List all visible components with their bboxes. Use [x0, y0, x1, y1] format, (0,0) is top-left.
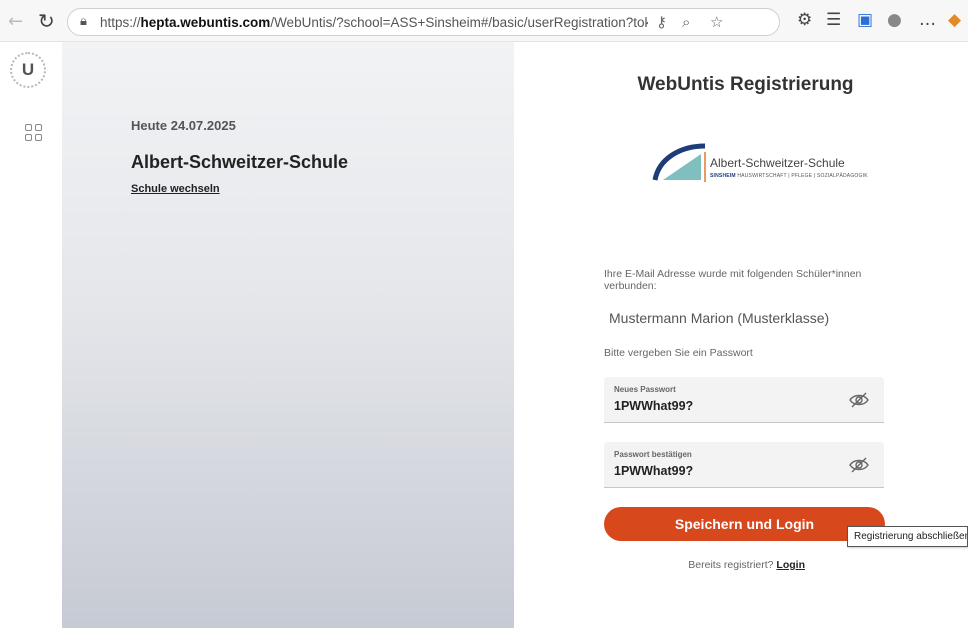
new-password-field[interactable]: Neues Passwort 1PWWhat99?: [604, 377, 884, 423]
school-logo: Albert-Schweitzer-Schule SINSHEIM HAUSWI…: [651, 140, 868, 186]
zoom-icon[interactable]: ⌕: [682, 13, 690, 31]
school-name: Albert-Schweitzer-Schule: [131, 152, 349, 172]
reload-icon[interactable]: ↻: [38, 9, 55, 33]
browser-toolbar: ← ↻ 🔒︎ https://hepta.webuntis.com/WebUnt…: [0, 0, 968, 42]
school-emblem-icon: [652, 143, 706, 182]
switch-school-link[interactable]: Schule wechseln: [131, 183, 220, 195]
school-info-panel: Heute 24.07.2025 Albert-Schweitzer-Schul…: [62, 42, 514, 628]
apps-grid-icon[interactable]: [25, 124, 43, 142]
address-bar[interactable]: 🔒︎ https://hepta.webuntis.com/WebUntis/?…: [67, 8, 780, 36]
confirm-password-value[interactable]: 1PWWhat99?: [614, 464, 693, 478]
already-registered-text: Bereits registriert? Login: [688, 559, 805, 571]
extensions-icon[interactable]: ⚙: [797, 10, 812, 30]
more-menu-icon[interactable]: …: [919, 10, 936, 30]
favorite-star-icon[interactable]: ☆: [710, 13, 723, 31]
collections-icon[interactable]: ▣: [857, 10, 873, 30]
confirm-password-label: Passwort bestätigen: [614, 450, 692, 459]
eye-off-icon[interactable]: [848, 456, 870, 474]
lock-icon[interactable]: 🔒︎: [80, 14, 94, 30]
logo-school-name: Albert-Schweitzer-Schule: [710, 156, 845, 170]
login-link[interactable]: Login: [776, 559, 805, 571]
save-and-login-button[interactable]: Speichern und Login: [604, 507, 885, 541]
back-arrow-icon[interactable]: ←: [8, 11, 23, 32]
confirm-password-field[interactable]: Passwort bestätigen 1PWWhat99?: [604, 442, 884, 488]
page-title: WebUntis Registrierung: [637, 74, 854, 95]
new-password-label: Neues Passwort: [614, 385, 676, 394]
today-date: Heute 24.07.2025: [131, 118, 236, 133]
profile-avatar-icon[interactable]: ●: [887, 10, 902, 30]
new-password-value[interactable]: 1PWWhat99?: [614, 399, 693, 413]
logo-subtitle: SINSHEIM HAUSWIRTSCHAFT | PFLEGE | SOZIA…: [710, 173, 868, 179]
eye-off-icon[interactable]: [848, 391, 870, 409]
favorites-list-icon[interactable]: ☰: [826, 10, 841, 30]
copilot-icon[interactable]: ◆: [948, 10, 961, 30]
student-name: Mustermann Marion (Musterklasse): [609, 310, 830, 326]
linked-students-info: Ihre E-Mail Adresse wurde mit folgenden …: [604, 268, 862, 292]
url-text[interactable]: https://hepta.webuntis.com/WebUntis/?sch…: [100, 15, 648, 30]
app-sidebar: U: [0, 42, 62, 628]
tooltip: Registrierung abschließen: [847, 526, 968, 547]
webuntis-logo[interactable]: U: [10, 52, 46, 88]
password-prompt: Bitte vergeben Sie ein Passwort: [604, 347, 753, 359]
key-icon[interactable]: ⚷: [656, 13, 667, 31]
